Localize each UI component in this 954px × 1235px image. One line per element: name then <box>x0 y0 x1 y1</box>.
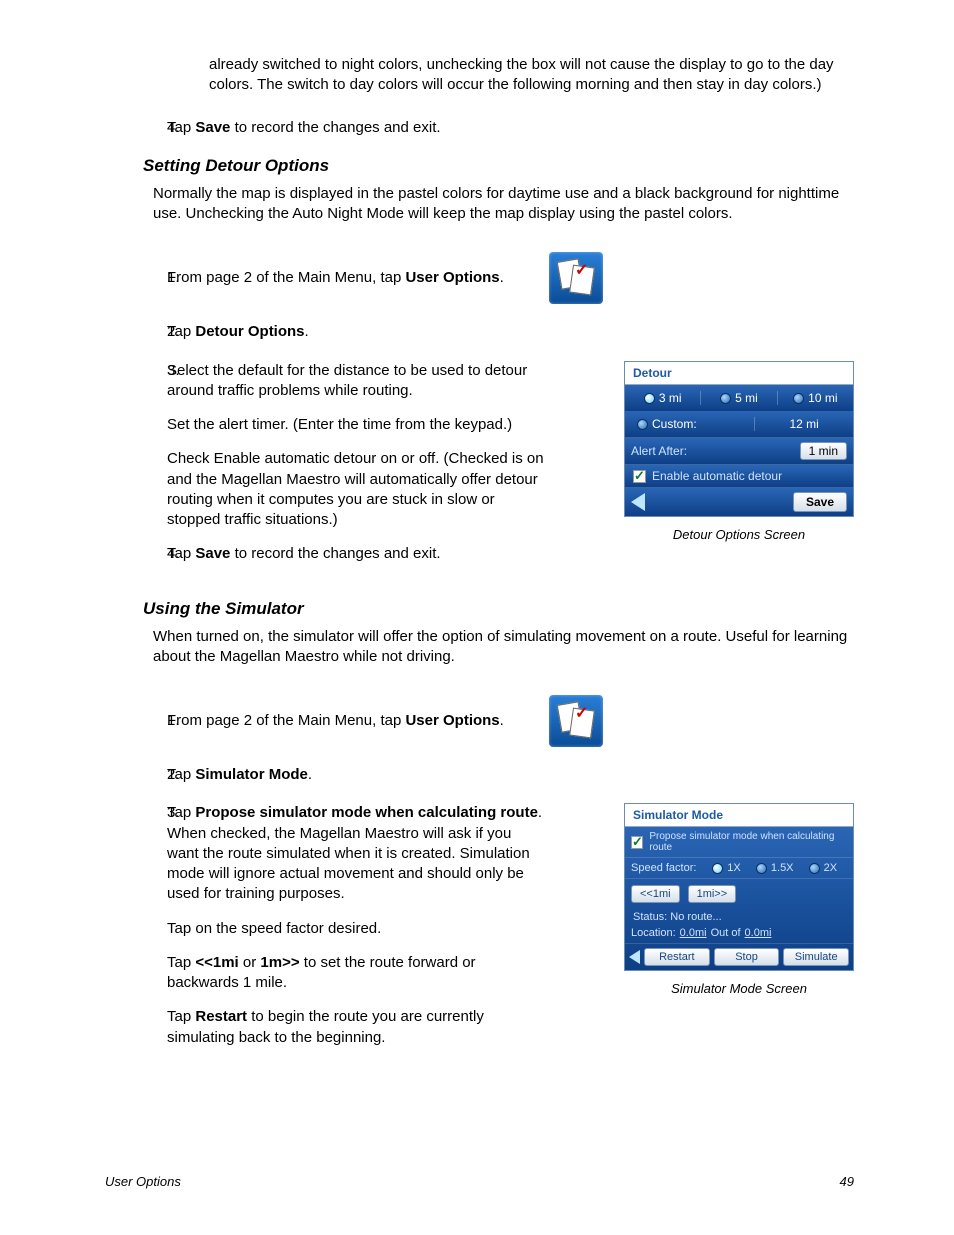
step-number: 4. <box>105 544 167 564</box>
heading-detour-options: Setting Detour Options <box>143 156 854 176</box>
save-button[interactable]: Save <box>793 492 847 512</box>
step-text: Tap Save to record the changes and exit. <box>167 118 854 138</box>
step-number: 1. <box>105 711 167 731</box>
heading-using-simulator: Using the Simulator <box>143 599 854 619</box>
step-number: 1. <box>105 268 167 288</box>
custom-value[interactable]: 12 mi <box>754 417 853 431</box>
simulator-screenshot: Simulator Mode Propose simulator mode wh… <box>624 803 854 971</box>
step-text: Select the default for the distance to b… <box>167 361 547 545</box>
speed-1x[interactable]: 1X <box>702 862 750 874</box>
user-options-icon: ✓ <box>549 252 603 304</box>
back-icon[interactable] <box>631 493 645 511</box>
step-text: Tap Simulator Mode. <box>167 765 854 785</box>
checkbox-icon <box>633 470 646 483</box>
location-current: 0.0mi <box>680 927 707 939</box>
back-1mi-button[interactable]: <<1mi <box>631 885 680 903</box>
footer-section: User Options <box>105 1174 181 1189</box>
step-text: Tap Propose simulator mode when calculat… <box>167 803 547 1062</box>
fwd-1mi-button[interactable]: 1mi>> <box>688 885 737 903</box>
simulate-button[interactable]: Simulate <box>783 948 849 966</box>
step-number: 4. <box>105 118 167 138</box>
radio-3mi[interactable]: 3 mi <box>625 391 700 405</box>
page-number: 49 <box>840 1174 854 1189</box>
radio-10mi[interactable]: 10 mi <box>777 391 853 405</box>
propose-checkbox[interactable]: Propose simulator mode when calculating … <box>625 827 853 857</box>
user-options-icon: ✓ <box>549 695 603 747</box>
location-label: Location: <box>631 927 676 939</box>
radio-5mi[interactable]: 5 mi <box>700 391 776 405</box>
section-intro: When turned on, the simulator will offer… <box>153 627 854 668</box>
detour-caption: Detour Options Screen <box>624 527 854 542</box>
step-number: 2. <box>105 322 167 342</box>
step-number: 2. <box>105 765 167 785</box>
detour-title: Detour <box>625 362 853 385</box>
detour-screenshot: Detour 3 mi 5 mi 10 mi Custom: 12 mi Ale… <box>624 361 854 517</box>
speed-1-5x[interactable]: 1.5X <box>751 862 799 874</box>
step-number: 3. <box>105 803 167 1062</box>
step-text: Tap Save to record the changes and exit. <box>167 544 595 564</box>
simulator-caption: Simulator Mode Screen <box>624 981 854 996</box>
step-number: 3. <box>105 361 167 545</box>
alert-after-button[interactable]: 1 min <box>800 442 847 460</box>
section-intro: Normally the map is displayed in the pas… <box>153 184 854 225</box>
step-text: From page 2 of the Main Menu, tap User O… <box>167 711 537 731</box>
continued-paragraph: already switched to night colors, unchec… <box>209 55 854 96</box>
speed-factor-label: Speed factor: <box>631 862 696 874</box>
location-outof: Out of <box>711 927 741 939</box>
enable-auto-detour-checkbox[interactable]: Enable automatic detour <box>625 464 853 487</box>
back-icon[interactable] <box>629 950 640 964</box>
location-total: 0.0mi <box>745 927 772 939</box>
step-text: Tap Detour Options. <box>167 322 854 342</box>
radio-custom[interactable]: Custom: <box>625 417 754 431</box>
stop-button[interactable]: Stop <box>714 948 780 966</box>
simulator-title: Simulator Mode <box>625 804 853 827</box>
checkbox-icon <box>631 836 643 849</box>
speed-2x[interactable]: 2X <box>799 862 847 874</box>
step-text: From page 2 of the Main Menu, tap User O… <box>167 268 537 288</box>
restart-button[interactable]: Restart <box>644 948 710 966</box>
alert-after-label: Alert After: <box>631 444 687 458</box>
status-text: Status: No route... <box>625 909 853 925</box>
